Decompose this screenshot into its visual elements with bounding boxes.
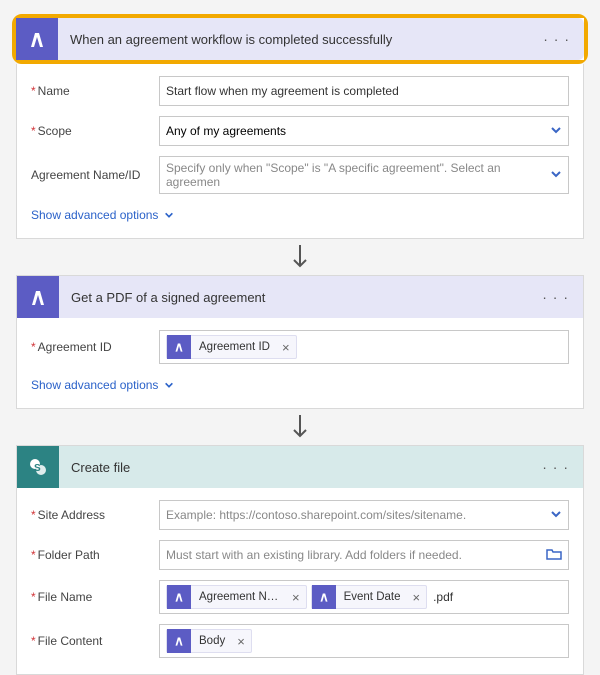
getpdf-title: Get a PDF of a signed agreement (59, 290, 528, 305)
label-filecontent: *File Content (31, 634, 159, 648)
row-scope: *Scope Any of my agreements (31, 116, 569, 146)
trigger-body: *Name *Scope Any of my agreements Agreem… (17, 64, 583, 238)
chevron-down-icon[interactable] (550, 508, 562, 523)
svg-text:S: S (34, 463, 41, 474)
getpdf-card: Get a PDF of a signed agreement · · · *A… (16, 275, 584, 409)
chevron-down-icon[interactable] (550, 124, 562, 139)
row-agreement-id: *Agreement ID Agreement ID × (31, 330, 569, 364)
adobe-sign-icon (167, 585, 191, 609)
label-name: *Name (31, 84, 159, 98)
sharepoint-icon: S (17, 446, 59, 488)
row-name: *Name (31, 76, 569, 106)
adobe-sign-icon (167, 629, 191, 653)
token-agreement-id[interactable]: Agreement ID × (166, 335, 297, 359)
label-agreement: Agreement Name/ID (31, 168, 159, 182)
createfile-header[interactable]: S Create file · · · (17, 446, 583, 488)
remove-token-icon[interactable]: × (231, 634, 251, 649)
flow-arrow (16, 409, 584, 445)
label-folder: *Folder Path (31, 548, 159, 562)
trigger-body-card: *Name *Scope Any of my agreements Agreem… (16, 64, 584, 239)
field-folder[interactable]: Must start with an existing library. Add… (159, 540, 569, 570)
token-agreement-name[interactable]: Agreement Na... × (166, 585, 307, 609)
row-agreement: Agreement Name/ID Specify only when "Sco… (31, 156, 569, 194)
createfile-title: Create file (59, 460, 528, 475)
name-input[interactable] (166, 84, 562, 98)
remove-token-icon[interactable]: × (407, 590, 427, 605)
field-scope[interactable]: Any of my agreements (159, 116, 569, 146)
adobe-sign-icon (312, 585, 336, 609)
getpdf-menu-button[interactable]: · · · (528, 289, 583, 305)
remove-token-icon[interactable]: × (276, 340, 296, 355)
createfile-card: S Create file · · · *Site Address Exampl… (16, 445, 584, 675)
row-folder: *Folder Path Must start with an existing… (31, 540, 569, 570)
remove-token-icon[interactable]: × (286, 590, 306, 605)
field-agreement[interactable]: Specify only when "Scope" is "A specific… (159, 156, 569, 194)
adobe-sign-icon (167, 335, 191, 359)
field-filecontent[interactable]: Body × (159, 624, 569, 658)
getpdf-header[interactable]: Get a PDF of a signed agreement · · · (17, 276, 583, 318)
field-site[interactable]: Example: https://contoso.sharepoint.com/… (159, 500, 569, 530)
row-filename: *File Name Agreement Na... × Event Date … (31, 580, 569, 614)
field-agreement-id[interactable]: Agreement ID × (159, 330, 569, 364)
adobe-sign-icon (16, 18, 58, 60)
chevron-down-icon (164, 210, 174, 220)
row-filecontent: *File Content Body × (31, 624, 569, 658)
label-site: *Site Address (31, 508, 159, 522)
flow-arrow (16, 239, 584, 275)
highlighted-trigger: When an agreement workflow is completed … (12, 14, 588, 64)
trigger-header[interactable]: When an agreement workflow is completed … (16, 18, 584, 60)
label-agreement-id: *Agreement ID (31, 340, 159, 354)
adobe-sign-icon (17, 276, 59, 318)
createfile-body: *Site Address Example: https://contoso.s… (17, 488, 583, 674)
createfile-menu-button[interactable]: · · · (528, 459, 583, 475)
trigger-menu-button[interactable]: · · · (529, 31, 584, 47)
agreement-placeholder: Specify only when "Scope" is "A specific… (166, 161, 546, 189)
token-event-date[interactable]: Event Date × (311, 585, 428, 609)
trigger-title: When an agreement workflow is completed … (58, 32, 529, 47)
label-filename: *File Name (31, 590, 159, 604)
site-placeholder: Example: https://contoso.sharepoint.com/… (166, 508, 546, 522)
advanced-options-link[interactable]: Show advanced options (31, 374, 174, 402)
chevron-down-icon (164, 380, 174, 390)
scope-value: Any of my agreements (166, 124, 286, 138)
chevron-down-icon[interactable] (550, 168, 562, 183)
label-scope: *Scope (31, 124, 159, 138)
field-filename[interactable]: Agreement Na... × Event Date × .pdf (159, 580, 569, 614)
getpdf-body: *Agreement ID Agreement ID × Show advanc… (17, 318, 583, 408)
filename-suffix: .pdf (431, 590, 453, 604)
advanced-options-link[interactable]: Show advanced options (31, 204, 174, 232)
token-body[interactable]: Body × (166, 629, 252, 653)
row-site: *Site Address Example: https://contoso.s… (31, 500, 569, 530)
field-name[interactable] (159, 76, 569, 106)
trigger-card: When an agreement workflow is completed … (16, 18, 584, 60)
folder-placeholder: Must start with an existing library. Add… (166, 548, 542, 562)
folder-picker-icon[interactable] (546, 547, 562, 564)
